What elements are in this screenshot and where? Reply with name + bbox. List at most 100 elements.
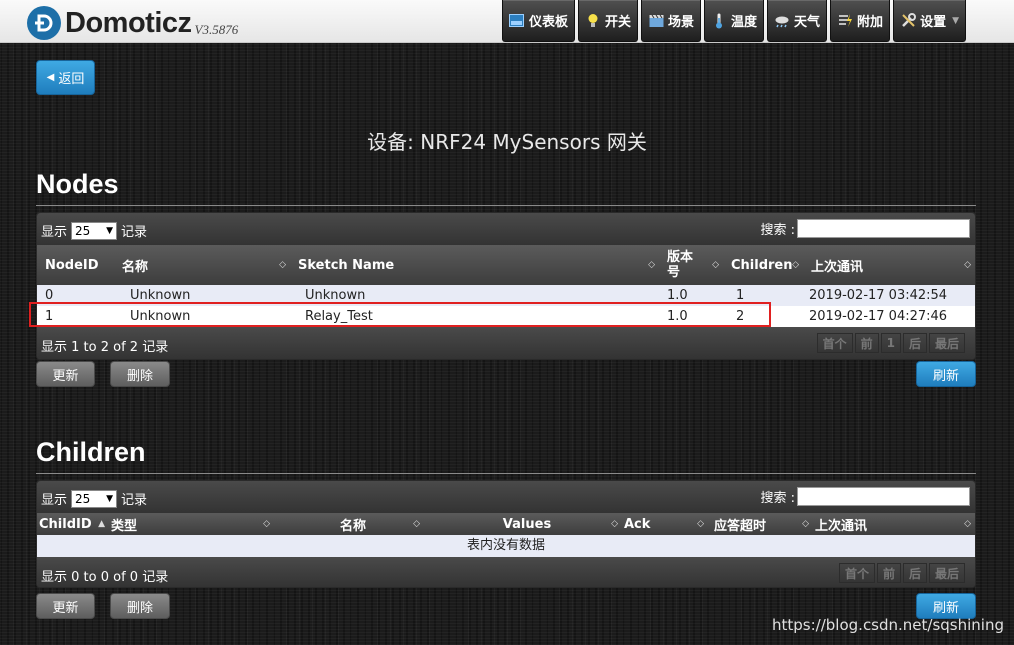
children-toolbar: 显示 25 ▼ 记录 搜索 : (37, 481, 975, 513)
nodes-refresh-button[interactable]: 刷新 (916, 361, 976, 387)
col-sketch-name[interactable]: Sketch Name ◇ (290, 245, 659, 285)
cell-version: 1.0 (667, 288, 688, 303)
sort-icon: ◇ (648, 260, 655, 270)
nodes-length-prefix: 显示 (41, 225, 68, 240)
domoticz-logo-icon (27, 6, 61, 40)
nodes-info: 显示 1 to 2 of 2 记录 (41, 340, 169, 355)
children-length-value: 25 (75, 491, 91, 506)
sort-icon: ◇ (802, 519, 809, 529)
children-delete-button[interactable]: 删除 (110, 593, 170, 619)
caret-left-icon: ◀ (46, 72, 55, 83)
nav-utility-label: 附加 (857, 15, 884, 30)
nav-temperature[interactable]: 温度 (704, 0, 765, 42)
pager-last[interactable]: 最后 (928, 333, 965, 353)
weather-icon (774, 13, 790, 29)
back-button[interactable]: ◀ 返回 (36, 60, 95, 95)
col-children-label: Children (731, 257, 793, 273)
utility-icon (837, 13, 853, 29)
empty-table-message: 表内没有数据 (37, 535, 975, 557)
nodes-update-button[interactable]: 更新 (36, 361, 95, 387)
highlight-annotation (29, 302, 771, 327)
col-childid-label: ChildID (39, 516, 92, 532)
pager-page-1[interactable]: 1 (880, 333, 901, 353)
col-values-label: Values (502, 516, 552, 532)
col-nodeid-label: NodeID (45, 257, 99, 273)
col-nodeid[interactable]: NodeID (37, 245, 114, 285)
sort-icon: ◇ (697, 519, 704, 529)
children-pager: 首个 前 后 最后 (838, 563, 965, 583)
cell-last-seen: 2019-02-17 03:42:54 (809, 288, 948, 303)
sort-icon: ◇ (279, 260, 286, 270)
pager-prev[interactable]: 前 (876, 563, 901, 583)
col-type-label: 类型 (111, 518, 138, 534)
children-divider (36, 473, 976, 474)
pager-first[interactable]: 首个 (816, 333, 853, 353)
children-length-select[interactable]: 25 ▼ (71, 489, 118, 508)
children-header-row: ChildID ▲ 类型 ◇ 名称 ◇ Values ◇ Ack ◇ 应答超时 … (37, 513, 975, 535)
nav-switches[interactable]: 开关 (577, 0, 638, 42)
children-length-prefix: 显示 (41, 493, 68, 508)
col-last-seen[interactable]: 上次通讯 ◇ (803, 245, 975, 285)
nodes-toolbar: 显示 25 ▼ 记录 搜索 : (37, 213, 975, 245)
sort-icon: ◇ (263, 519, 270, 529)
top-bar: Domoticz V3.5876 仪表板 开关 场景 温度 天气 附加 设置 ▼ (0, 0, 1014, 43)
nav-scenes[interactable]: 场景 (641, 0, 702, 42)
nodes-length-control: 显示 25 ▼ 记录 (41, 221, 147, 240)
nodes-length-suffix: 记录 (121, 225, 148, 240)
nav-setup-label: 设置 (920, 15, 947, 30)
nodes-heading: Nodes (36, 169, 119, 199)
col-ack-label: Ack (624, 516, 651, 532)
nodes-search-input[interactable] (797, 219, 970, 238)
children-heading: Children (36, 437, 146, 467)
children-info: 显示 0 to 0 of 0 记录 (41, 570, 169, 585)
main-nav: 仪表板 开关 场景 温度 天气 附加 设置 ▼ (501, 0, 966, 42)
col-type[interactable]: 类型 ◇ (109, 513, 274, 535)
nav-dashboard[interactable]: 仪表板 (501, 0, 575, 42)
nav-weather[interactable]: 天气 (767, 0, 828, 42)
nav-setup[interactable]: 设置 ▼ (893, 0, 966, 42)
children-update-button[interactable]: 更新 (36, 593, 95, 619)
nodes-search: 搜索 : (760, 219, 970, 238)
dashboard-icon (509, 13, 525, 29)
pager-next[interactable]: 后 (902, 563, 927, 583)
sort-icon: ◇ (792, 260, 799, 270)
nav-dashboard-label: 仪表板 (528, 15, 568, 30)
children-table: 显示 25 ▼ 记录 搜索 : ChildID ▲ 类型 ◇ 名称 ◇ Valu… (36, 480, 976, 588)
col-sketch-name-label: Sketch Name (298, 257, 395, 273)
logo[interactable]: Domoticz V3.5876 (27, 6, 238, 40)
nav-switches-label: 开关 (604, 15, 631, 30)
back-button-label: 返回 (58, 72, 85, 87)
select-arrow-icon: ▼ (106, 493, 114, 504)
nav-utility[interactable]: 附加 (830, 0, 891, 42)
col-values[interactable]: Values ◇ (424, 513, 622, 535)
pager-next[interactable]: 后 (902, 333, 927, 353)
sort-asc-icon: ▲ (98, 519, 105, 529)
col-childid[interactable]: ChildID ▲ (37, 513, 109, 535)
col-ack[interactable]: Ack ◇ (622, 513, 708, 535)
sort-icon: ◇ (964, 260, 971, 270)
nodes-length-select[interactable]: 25 ▼ (71, 221, 118, 240)
col-ack-timeout[interactable]: 应答超时 ◇ (708, 513, 813, 535)
children-search-input[interactable] (797, 487, 970, 506)
col-child-name-label: 名称 (339, 518, 366, 534)
children-footer: 显示 0 to 0 of 0 记录 首个 前 后 最后 (37, 557, 975, 587)
col-children[interactable]: Children ◇ (723, 245, 803, 285)
cell-children: 1 (736, 288, 745, 303)
col-child-name[interactable]: 名称 ◇ (274, 513, 424, 535)
pager-last[interactable]: 最后 (928, 563, 965, 583)
sort-icon: ◇ (964, 519, 971, 529)
col-child-last-seen-label: 上次通讯 (815, 518, 868, 534)
col-child-last-seen[interactable]: 上次通讯 ◇ (813, 513, 975, 535)
pager-prev[interactable]: 前 (854, 333, 879, 353)
col-version-label: 版本号 (667, 250, 694, 280)
thermometer-icon (711, 13, 727, 29)
logo-text: Domoticz (65, 7, 192, 39)
pager-first[interactable]: 首个 (838, 563, 875, 583)
clapperboard-icon (648, 13, 664, 29)
col-name-label: 名称 (122, 259, 149, 275)
col-name[interactable]: 名称 ◇ (114, 245, 290, 285)
nodes-delete-button[interactable]: 删除 (110, 361, 170, 387)
cell-sketch: Unknown (305, 288, 366, 303)
col-version[interactable]: 版本号 ◇ (659, 245, 723, 285)
page-title: 设备: NRF24 MySensors 网关 (367, 130, 647, 154)
